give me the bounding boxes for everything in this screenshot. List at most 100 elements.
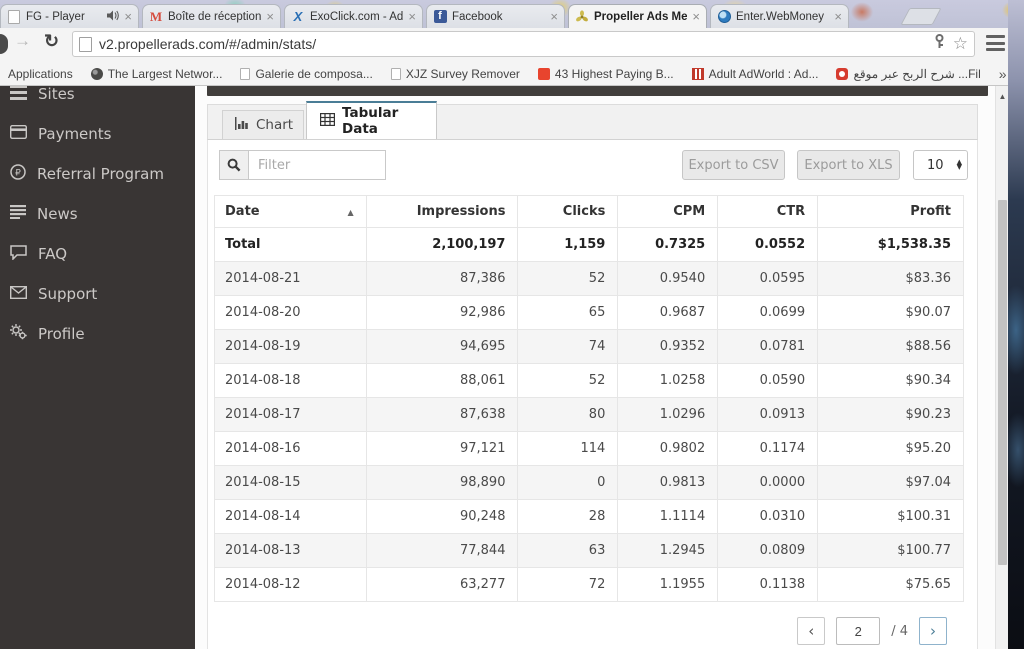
bookmark-item[interactable]: Adult AdWorld : Ad... xyxy=(692,67,819,81)
table-cell: 88,061 xyxy=(366,364,518,398)
sidebar-item-payments[interactable]: Payments xyxy=(0,114,195,154)
table-cell: 1.1955 xyxy=(618,568,718,602)
svg-text:₽: ₽ xyxy=(15,169,21,179)
table-row[interactable]: 2014-08-1598,89000.98130.0000$97.04 xyxy=(215,466,964,500)
filter-input[interactable] xyxy=(249,150,386,180)
page-header-dark-bar xyxy=(207,86,988,96)
table-row[interactable]: 2014-08-2187,386520.95400.0595$83.36 xyxy=(215,262,964,296)
export-xls-button[interactable]: Export to XLS xyxy=(797,150,900,180)
tab-chart-label: Chart xyxy=(256,117,293,133)
view-tabs-row: Chart Tabular Data xyxy=(207,104,978,140)
table-cell: 2014-08-12 xyxy=(215,568,367,602)
tab-title: Enter.WebMoney xyxy=(736,11,829,23)
browser-tab-enter-webmoney[interactable]: Enter.WebMoney × xyxy=(710,4,849,28)
url-text[interactable]: v2.propellerads.com/#/admin/stats/ xyxy=(99,36,926,52)
bookmark-star-icon[interactable]: ☆ xyxy=(953,34,968,54)
tab-close-icon[interactable]: × xyxy=(692,10,700,23)
tab-close-icon[interactable]: × xyxy=(408,10,416,23)
tab-tabular-data[interactable]: Tabular Data xyxy=(306,101,437,139)
table-cell: 1.0296 xyxy=(618,398,718,432)
table-cell: 2,100,197 xyxy=(366,228,518,262)
scroll-up-arrow-icon[interactable]: ▲ xyxy=(996,90,1009,104)
tab-title: Boîte de réception xyxy=(168,11,261,23)
browser-tab-fg-player[interactable]: FG - Player× xyxy=(0,4,139,28)
sidebar-item-label: Support xyxy=(38,285,97,303)
table-row[interactable]: 2014-08-1994,695740.93520.0781$88.56 xyxy=(215,330,964,364)
export-csv-button[interactable]: Export to CSV xyxy=(682,150,785,180)
browser-tab-propeller-ads-medi[interactable]: Propeller Ads Medi× xyxy=(568,4,707,28)
bookmark-item[interactable]: شرح الربح عبر موقع ...Fil xyxy=(836,67,980,81)
tab-close-icon[interactable]: × xyxy=(550,10,558,23)
browser-tab-facebook[interactable]: fFacebook× xyxy=(426,4,565,28)
menu-hamburger-icon[interactable] xyxy=(986,35,1005,51)
table-row[interactable]: 2014-08-1263,277721.19550.1138$75.65 xyxy=(215,568,964,602)
sidebar-item-profile[interactable]: Profile xyxy=(0,314,195,354)
back-button[interactable] xyxy=(0,34,8,54)
sidebar-item-faq[interactable]: FAQ xyxy=(0,234,195,274)
page-scrollbar[interactable]: ▲ xyxy=(995,86,1008,649)
table-header-cell[interactable]: Profit xyxy=(818,196,964,228)
bookmark-item[interactable]: 43 Highest Paying B... xyxy=(538,67,674,81)
table-cell: $97.04 xyxy=(818,466,964,500)
globe-dark-icon xyxy=(91,68,103,80)
browser-tab-exoclick-com-ad[interactable]: XExoClick.com - Ad× xyxy=(284,4,423,28)
table-header-cell[interactable]: Date▲ xyxy=(215,196,367,228)
table-row[interactable]: 2014-08-1377,844631.29450.0809$100.77 xyxy=(215,534,964,568)
bookmark-item[interactable]: Galerie de composa... xyxy=(240,67,372,81)
pagination-next-button[interactable]: › xyxy=(919,617,947,645)
table-header-cell[interactable]: CTR xyxy=(718,196,818,228)
news-icon xyxy=(10,205,26,223)
desktop-wallpaper-right xyxy=(1008,0,1024,649)
browser-tabstrip: FG - Player×MBoîte de réception×XExoClic… xyxy=(0,4,1008,28)
table-cell: 0.9352 xyxy=(618,330,718,364)
key-icon[interactable] xyxy=(933,34,946,54)
table-cell: 0.0000 xyxy=(718,466,818,500)
bookmarks-overflow-chevron[interactable]: » xyxy=(999,66,1007,82)
table-cell: 87,386 xyxy=(366,262,518,296)
table-row[interactable]: 2014-08-1888,061521.02580.0590$90.34 xyxy=(215,364,964,398)
pagination-prev-button[interactable]: ‹ xyxy=(797,617,825,645)
page-size-input[interactable]: 10 ▲▼ xyxy=(913,150,968,180)
reload-button[interactable]: ↻ xyxy=(44,31,59,52)
sidebar-item-news[interactable]: News xyxy=(0,194,195,234)
table-row[interactable]: 2014-08-1490,248281.11140.0310$100.31 xyxy=(215,500,964,534)
faq-icon xyxy=(10,245,27,264)
scrollbar-thumb[interactable] xyxy=(998,200,1007,565)
tab-close-icon[interactable]: × xyxy=(834,10,842,23)
table-total-row: Total2,100,1971,1590.73250.0552$1,538.35 xyxy=(215,228,964,262)
table-header-cell[interactable]: CPM xyxy=(618,196,718,228)
table-cell: Total xyxy=(215,228,367,262)
bookmark-label: The Largest Networ... xyxy=(108,67,223,81)
bookmark-item[interactable]: The Largest Networ... xyxy=(91,67,223,81)
table-cell: 2014-08-20 xyxy=(215,296,367,330)
forward-button[interactable]: → xyxy=(14,31,31,51)
table-header-cell[interactable]: Clicks xyxy=(518,196,618,228)
pagination-page-input[interactable] xyxy=(836,617,880,645)
table-row[interactable]: 2014-08-2092,986650.96870.0699$90.07 xyxy=(215,296,964,330)
table-cell: 0.0781 xyxy=(718,330,818,364)
omnibox[interactable]: v2.propellerads.com/#/admin/stats/ ☆ xyxy=(72,31,975,57)
web-page: SitesPayments₽Referral ProgramNewsFAQ Sup… xyxy=(0,86,1008,649)
table-row[interactable]: 2014-08-1697,1211140.98020.1174$95.20 xyxy=(215,432,964,466)
tab-close-icon[interactable]: × xyxy=(266,10,274,23)
browser-tab-bo-te-de-r-ception[interactable]: MBoîte de réception× xyxy=(142,4,281,28)
table-header-cell[interactable]: Impressions xyxy=(366,196,518,228)
sidebar-item-sites[interactable]: Sites xyxy=(0,86,195,114)
sidebar-item-support[interactable]: Support xyxy=(0,274,195,314)
table-cell: 94,695 xyxy=(366,330,518,364)
table-cell: 2014-08-15 xyxy=(215,466,367,500)
red-stripes-icon xyxy=(692,68,704,80)
table-cell: 0 xyxy=(518,466,618,500)
sidebar-item-referral-program[interactable]: ₽Referral Program xyxy=(0,154,195,194)
page-icon xyxy=(391,68,401,80)
table-cell: 2014-08-13 xyxy=(215,534,367,568)
red-circle-icon xyxy=(836,68,848,80)
bookmark-item[interactable]: XJZ Survey Remover xyxy=(391,67,520,81)
spinner-arrows-icon[interactable]: ▲▼ xyxy=(957,160,967,170)
tab-chart[interactable]: Chart xyxy=(222,110,304,139)
table-row[interactable]: 2014-08-1787,638801.02960.0913$90.23 xyxy=(215,398,964,432)
table-cell: $88.56 xyxy=(818,330,964,364)
table-header-row: Date▲ImpressionsClicksCPMCTRProfit xyxy=(215,196,964,228)
bookmark-apps[interactable]: Applications xyxy=(8,67,73,81)
tab-close-icon[interactable]: × xyxy=(124,10,132,23)
